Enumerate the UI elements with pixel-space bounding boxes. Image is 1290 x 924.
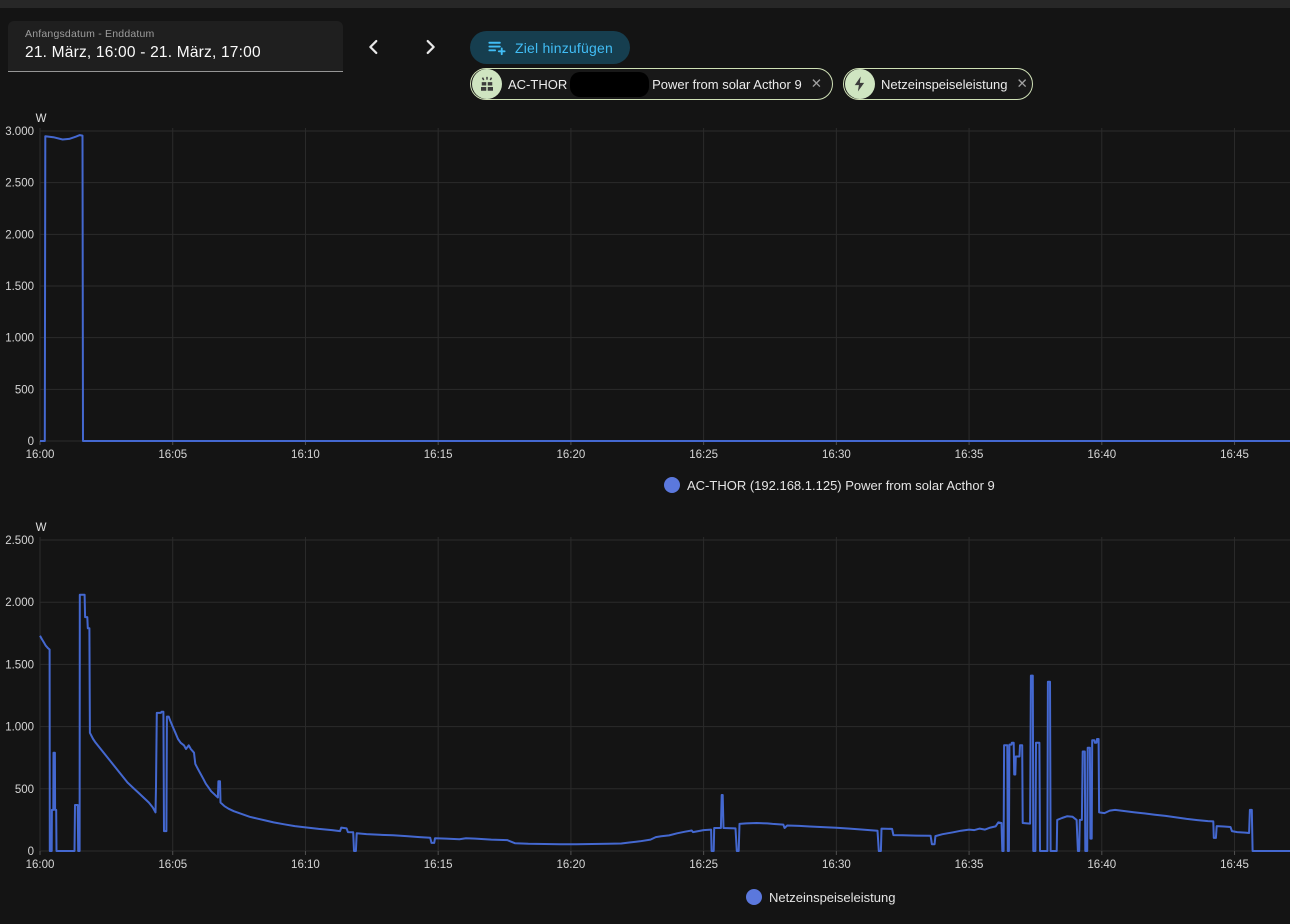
date-range-value: 21. März, 16:00 - 21. März, 17:00 xyxy=(25,44,343,62)
svg-text:1.500: 1.500 xyxy=(5,659,34,671)
add-target-button[interactable]: Ziel hinzufügen xyxy=(470,31,630,64)
svg-text:16:25: 16:25 xyxy=(689,449,718,461)
svg-text:16:00: 16:00 xyxy=(26,449,55,461)
svg-text:0: 0 xyxy=(28,436,34,448)
svg-text:2.000: 2.000 xyxy=(5,229,34,241)
remove-chip-icon[interactable]: ✕ xyxy=(1016,77,1027,91)
svg-text:16:30: 16:30 xyxy=(822,859,851,871)
date-range-label: Anfangsdatum - Enddatum xyxy=(25,28,343,40)
svg-text:16:25: 16:25 xyxy=(689,859,718,871)
power-from-solar-chart[interactable]: 0 500 1.000 1.500 2.000 2.500 3.000 16:00 16:05 1… xyxy=(0,105,1290,470)
chip-label: Netzeinspeiseleistung xyxy=(881,77,1007,92)
next-period-button[interactable] xyxy=(418,35,442,59)
svg-text:16:30: 16:30 xyxy=(822,449,851,461)
svg-text:W: W xyxy=(36,522,47,534)
svg-text:16:35: 16:35 xyxy=(955,859,984,871)
add-target-label: Ziel hinzufügen xyxy=(515,40,613,56)
svg-text:1.500: 1.500 xyxy=(5,281,34,293)
legend-item-netzeinspeiseleistung[interactable]: Netzeinspeiseleistung xyxy=(746,889,895,905)
netzeinspeiseleistung-chart[interactable]: 0 500 1.000 1.500 2.000 2.500 16:00 16:05 16:10 1… xyxy=(0,515,1290,880)
top-toolbar-edge xyxy=(0,0,1290,8)
svg-text:16:20: 16:20 xyxy=(557,449,586,461)
playlist-plus-icon xyxy=(487,38,506,57)
chip-label-suffix: Power from solar Acthor 9 xyxy=(652,77,802,92)
legend-dot xyxy=(746,889,762,905)
svg-text:16:35: 16:35 xyxy=(955,449,984,461)
svg-text:16:45: 16:45 xyxy=(1220,859,1249,871)
previous-period-button[interactable] xyxy=(362,35,386,59)
svg-text:16:15: 16:15 xyxy=(424,449,453,461)
svg-text:16:05: 16:05 xyxy=(158,449,187,461)
svg-text:2.500: 2.500 xyxy=(5,178,34,190)
svg-text:2.500: 2.500 xyxy=(5,535,34,547)
svg-text:3.000: 3.000 xyxy=(5,126,34,138)
legend-label: AC-THOR (192.168.1.125) Power from solar… xyxy=(687,478,995,493)
svg-text:0: 0 xyxy=(28,846,34,858)
svg-text:16:00: 16:00 xyxy=(26,859,55,871)
chevron-right-icon xyxy=(419,36,441,58)
svg-text:500: 500 xyxy=(15,784,34,796)
svg-text:2.000: 2.000 xyxy=(5,597,34,609)
svg-text:W: W xyxy=(36,113,47,125)
svg-text:16:40: 16:40 xyxy=(1087,859,1116,871)
chip-label-prefix: AC-THOR xyxy=(508,77,567,92)
solar-power-icon xyxy=(472,69,502,99)
entity-chip-acthor[interactable]: AC-THOR Power from solar Acthor 9 ✕ xyxy=(470,68,833,100)
entity-chip-netzeinspeiseleistung[interactable]: Netzeinspeiseleistung ✕ xyxy=(843,68,1033,100)
redaction-overlay xyxy=(570,72,649,97)
flash-icon xyxy=(845,69,875,99)
svg-text:1.000: 1.000 xyxy=(5,722,34,734)
legend-dot xyxy=(664,477,680,493)
svg-text:1.000: 1.000 xyxy=(5,333,34,345)
svg-text:16:45: 16:45 xyxy=(1220,449,1249,461)
legend-item-acthor[interactable]: AC-THOR (192.168.1.125) Power from solar… xyxy=(664,477,995,493)
date-range-picker[interactable]: Anfangsdatum - Enddatum 21. März, 16:00 … xyxy=(8,21,343,72)
svg-text:16:15: 16:15 xyxy=(424,859,453,871)
svg-text:16:05: 16:05 xyxy=(158,859,187,871)
svg-text:16:40: 16:40 xyxy=(1087,449,1116,461)
history-page: Anfangsdatum - Enddatum 21. März, 16:00 … xyxy=(0,0,1290,924)
svg-text:16:10: 16:10 xyxy=(291,859,320,871)
legend-label: Netzeinspeiseleistung xyxy=(769,890,895,905)
svg-text:16:10: 16:10 xyxy=(291,449,320,461)
chevron-left-icon xyxy=(363,36,385,58)
svg-text:16:20: 16:20 xyxy=(557,859,586,871)
svg-text:500: 500 xyxy=(15,384,34,396)
remove-chip-icon[interactable]: ✕ xyxy=(811,77,822,91)
